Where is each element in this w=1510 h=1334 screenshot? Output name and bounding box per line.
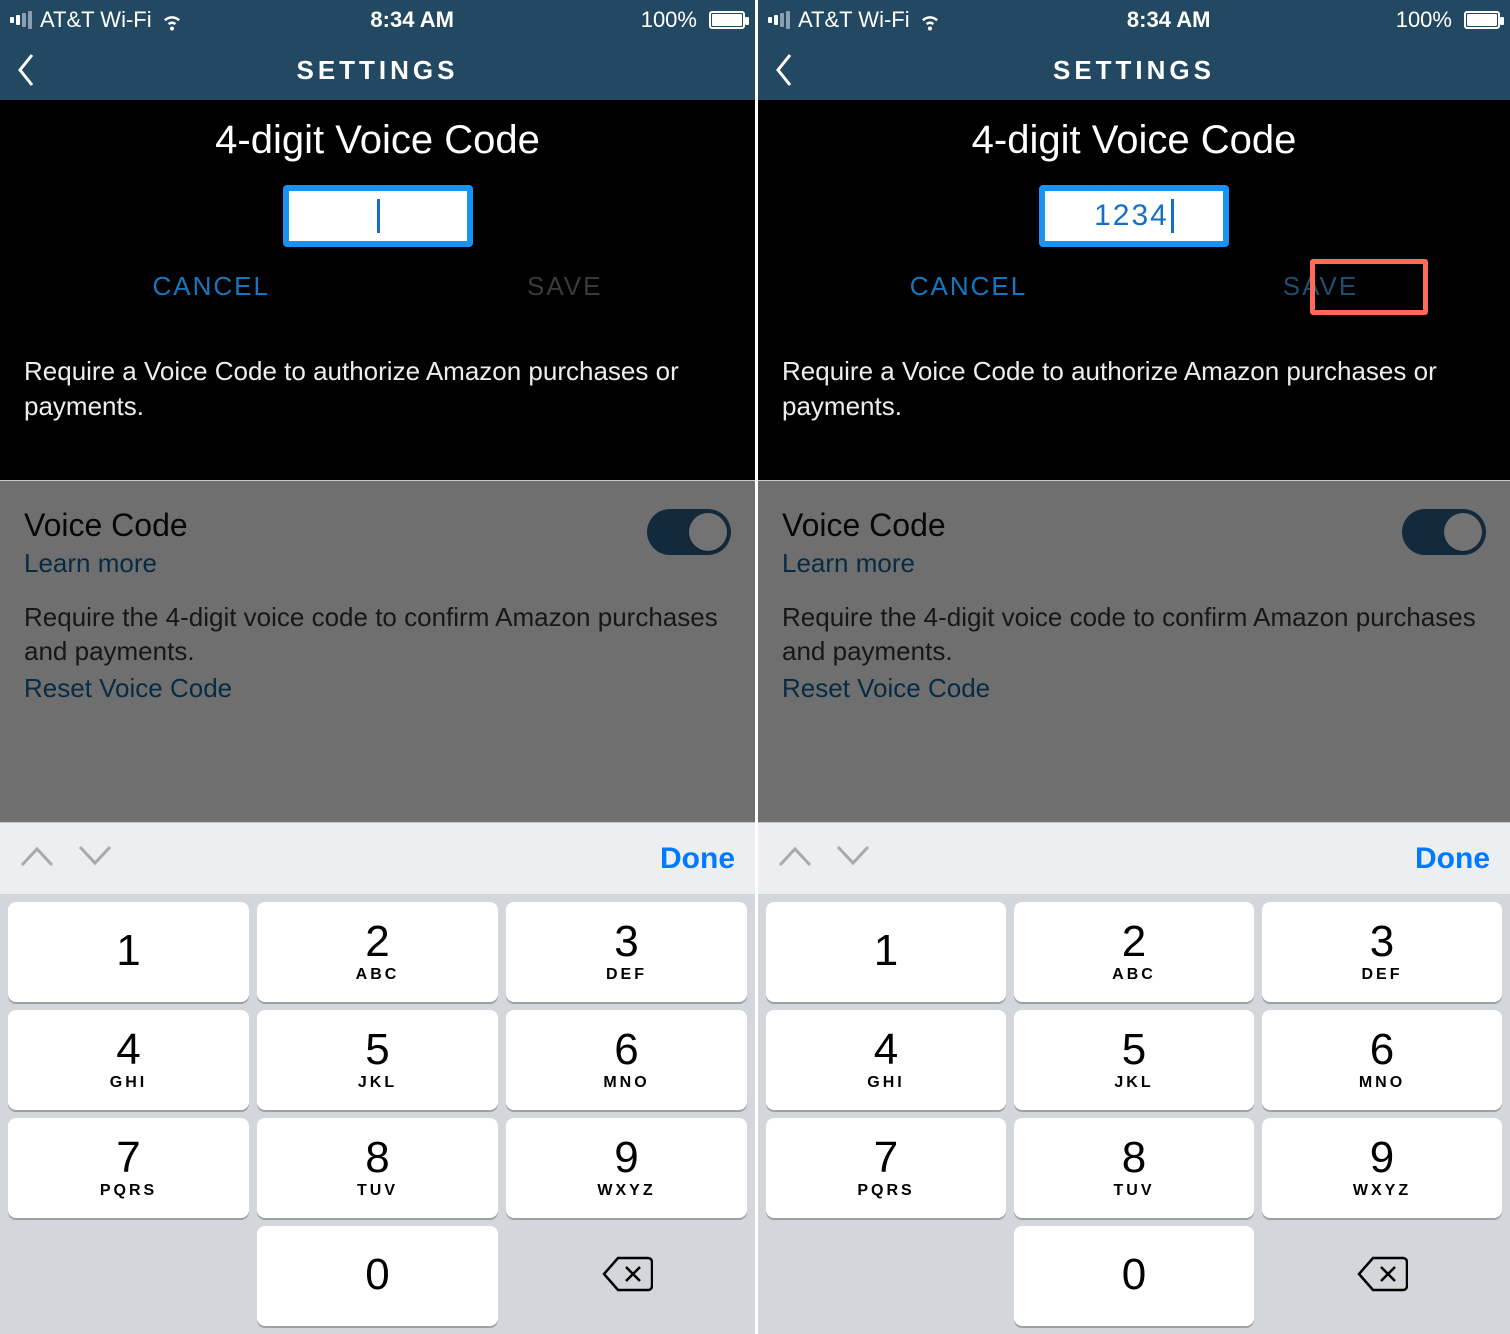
clock-label: 8:34 AM	[370, 7, 454, 33]
text-cursor-icon	[377, 199, 380, 233]
voice-code-section: 4-digit Voice Code 1234 CANCEL SAVE Requ…	[758, 100, 1510, 480]
keyboard-accessory: Done	[758, 822, 1510, 894]
status-bar: AT&T Wi-Fi 8:34 AM 100%	[758, 0, 1510, 40]
back-button[interactable]	[774, 40, 794, 100]
clock-label: 8:34 AM	[1127, 7, 1211, 33]
voice-code-section: 4-digit Voice Code CANCEL SAVE Require a…	[0, 100, 755, 480]
page-title: SETTINGS	[296, 55, 458, 86]
save-button[interactable]: SAVE	[517, 265, 612, 308]
battery-icon	[705, 11, 745, 29]
wifi-icon	[918, 8, 942, 32]
battery-pct-label: 100%	[641, 7, 697, 33]
keypad-key-5[interactable]: 5JKL	[1014, 1010, 1254, 1110]
keypad-key-3[interactable]: 3DEF	[506, 902, 747, 1002]
keypad-key-5[interactable]: 5JKL	[257, 1010, 498, 1110]
nav-header: SETTINGS	[758, 40, 1510, 100]
prev-field-button[interactable]	[778, 845, 812, 872]
keypad-key-8[interactable]: 8TUV	[1014, 1118, 1254, 1218]
numeric-keypad: 1 2ABC 3DEF 4GHI 5JKL 6MNO 7PQRS 8TUV 9W…	[758, 894, 1510, 1334]
dim-overlay	[0, 481, 755, 822]
voice-code-input[interactable]: 1234	[1039, 185, 1229, 247]
keypad-backspace[interactable]	[1262, 1226, 1502, 1326]
keypad-key-2[interactable]: 2ABC	[1014, 902, 1254, 1002]
settings-panel: Voice Code Learn more Require the 4-digi…	[758, 480, 1510, 822]
text-cursor-icon	[1171, 199, 1174, 233]
prev-field-button[interactable]	[20, 845, 54, 872]
keyboard-accessory: Done	[0, 822, 755, 894]
cancel-button[interactable]: CANCEL	[900, 265, 1037, 308]
carrier-label: AT&T Wi-Fi	[40, 7, 152, 33]
keypad-key-4[interactable]: 4GHI	[8, 1010, 249, 1110]
status-bar: AT&T Wi-Fi 8:34 AM 100%	[0, 0, 755, 40]
keyboard-done-button[interactable]: Done	[1415, 842, 1490, 876]
dim-overlay	[758, 481, 1510, 822]
cancel-button[interactable]: CANCEL	[143, 265, 280, 308]
keypad-spacer	[766, 1226, 1006, 1326]
carrier-label: AT&T Wi-Fi	[798, 7, 910, 33]
keypad-key-9[interactable]: 9WXYZ	[1262, 1118, 1502, 1218]
wifi-icon	[160, 8, 184, 32]
keypad-backspace[interactable]	[506, 1226, 747, 1326]
keypad-key-4[interactable]: 4GHI	[766, 1010, 1006, 1110]
page-title: SETTINGS	[1053, 55, 1215, 86]
battery-icon	[1460, 11, 1500, 29]
keypad-spacer	[8, 1226, 249, 1326]
voice-code-description: Require a Voice Code to authorize Amazon…	[24, 354, 731, 424]
voice-code-value: 1234	[1094, 199, 1169, 233]
keypad-key-3[interactable]: 3DEF	[1262, 902, 1502, 1002]
phone-screen-left: AT&T Wi-Fi 8:34 AM 100% SETTINGS 4-digit…	[0, 0, 755, 1334]
keypad-key-1[interactable]: 1	[8, 902, 249, 1002]
backspace-icon	[1356, 1255, 1408, 1298]
backspace-icon	[601, 1255, 653, 1298]
battery-pct-label: 100%	[1396, 7, 1452, 33]
voice-code-title: 4-digit Voice Code	[24, 118, 731, 163]
nav-header: SETTINGS	[0, 40, 755, 100]
voice-code-title: 4-digit Voice Code	[782, 118, 1486, 163]
keypad-key-0[interactable]: 0	[257, 1226, 498, 1326]
voice-code-input[interactable]	[283, 185, 473, 247]
keypad-key-6[interactable]: 6MNO	[506, 1010, 747, 1110]
keypad-key-0[interactable]: 0	[1014, 1226, 1254, 1326]
keypad-key-6[interactable]: 6MNO	[1262, 1010, 1502, 1110]
back-button[interactable]	[16, 40, 36, 100]
settings-panel: Voice Code Learn more Require the 4-digi…	[0, 480, 755, 822]
keypad-key-2[interactable]: 2ABC	[257, 902, 498, 1002]
signal-icon	[768, 11, 790, 29]
keypad-key-8[interactable]: 8TUV	[257, 1118, 498, 1218]
signal-icon	[10, 11, 32, 29]
next-field-button[interactable]	[836, 845, 870, 872]
keypad-key-9[interactable]: 9WXYZ	[506, 1118, 747, 1218]
voice-code-description: Require a Voice Code to authorize Amazon…	[782, 354, 1486, 424]
keypad-key-7[interactable]: 7PQRS	[8, 1118, 249, 1218]
next-field-button[interactable]	[78, 845, 112, 872]
keypad-key-7[interactable]: 7PQRS	[766, 1118, 1006, 1218]
numeric-keypad: 1 2ABC 3DEF 4GHI 5JKL 6MNO 7PQRS 8TUV 9W…	[0, 894, 755, 1334]
keyboard-done-button[interactable]: Done	[660, 842, 735, 876]
phone-screen-right: AT&T Wi-Fi 8:34 AM 100% SETTINGS 4-digit…	[755, 0, 1510, 1334]
save-button[interactable]: SAVE	[1273, 265, 1368, 308]
keypad-key-1[interactable]: 1	[766, 902, 1006, 1002]
